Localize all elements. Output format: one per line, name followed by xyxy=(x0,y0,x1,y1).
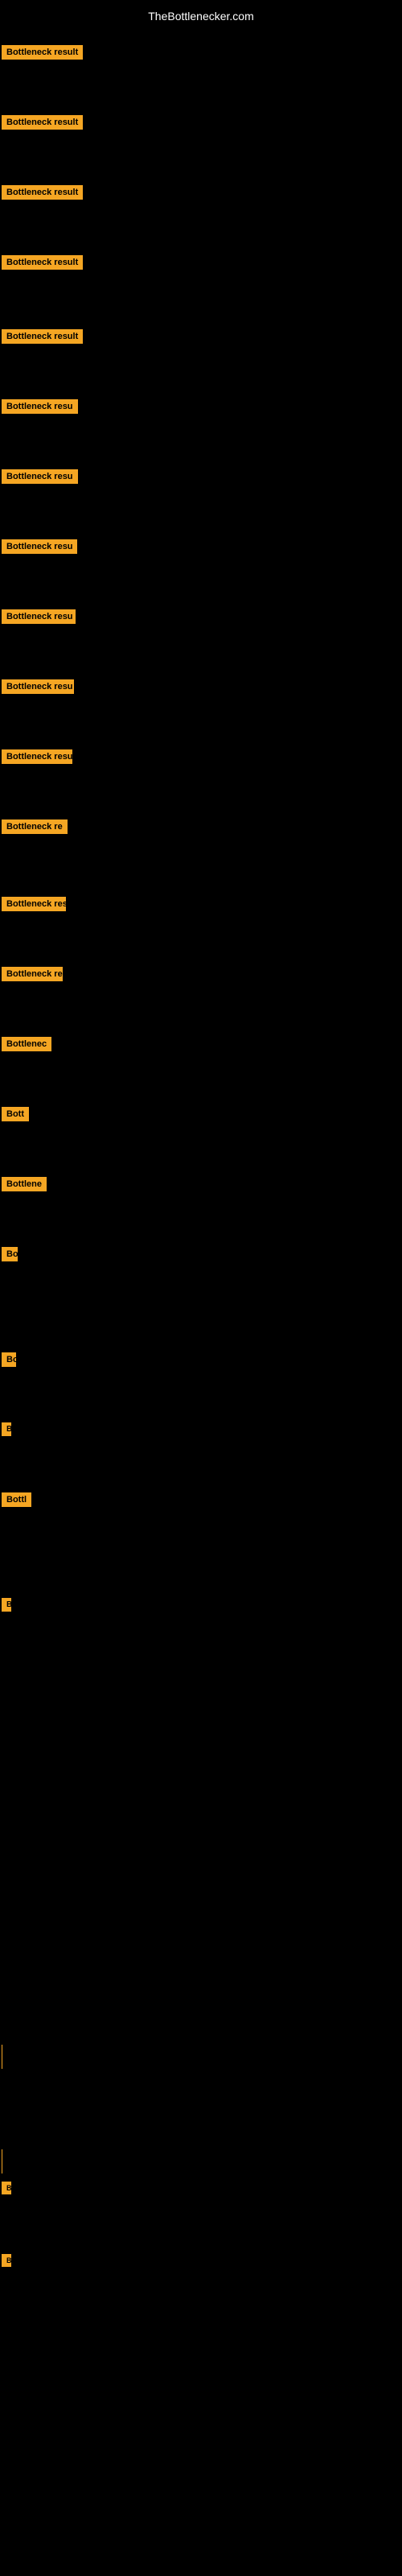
bottleneck-badge-4[interactable]: Bottleneck result xyxy=(2,255,83,270)
bottleneck-badge-12[interactable]: Bottleneck re xyxy=(2,819,68,834)
bottleneck-badge-2[interactable]: Bottleneck result xyxy=(2,115,83,130)
bottleneck-badge-3[interactable]: Bottleneck result xyxy=(2,185,83,200)
bottleneck-badge-23[interactable]: B xyxy=(2,2182,11,2194)
bottleneck-badge-6[interactable]: Bottleneck resu xyxy=(2,399,78,414)
bottleneck-badge-13[interactable]: Bottleneck res xyxy=(2,897,66,911)
bottleneck-badge-18[interactable]: Bo xyxy=(2,1247,18,1261)
bottleneck-badge-14[interactable]: Bottleneck re xyxy=(2,967,63,981)
bottleneck-badge-7[interactable]: Bottleneck resu xyxy=(2,469,78,484)
bottleneck-badge-8[interactable]: Bottleneck resu xyxy=(2,539,77,554)
bottleneck-badge-16[interactable]: Bott xyxy=(2,1107,29,1121)
bottleneck-badge-15[interactable]: Bottlenec xyxy=(2,1037,51,1051)
bottleneck-badge-21[interactable]: Bottl xyxy=(2,1492,31,1507)
bottleneck-badge-11[interactable]: Bottleneck resu xyxy=(2,749,72,764)
site-title: TheBottlenecker.com xyxy=(0,3,402,29)
bottleneck-badge-9[interactable]: Bottleneck resu xyxy=(2,609,76,624)
bottleneck-badge-5[interactable]: Bottleneck result xyxy=(2,329,83,344)
bottleneck-badge-22[interactable]: B xyxy=(2,1598,11,1612)
bottleneck-badge-1[interactable]: Bottleneck result xyxy=(2,45,83,60)
bottleneck-badge-24[interactable]: B xyxy=(2,2254,11,2267)
bottleneck-badge-20[interactable]: B xyxy=(2,1422,11,1436)
bottleneck-badge-10[interactable]: Bottleneck resu xyxy=(2,679,74,694)
bottleneck-badge-19[interactable]: Bo xyxy=(2,1352,16,1367)
bottleneck-badge-17[interactable]: Bottlene xyxy=(2,1177,47,1191)
